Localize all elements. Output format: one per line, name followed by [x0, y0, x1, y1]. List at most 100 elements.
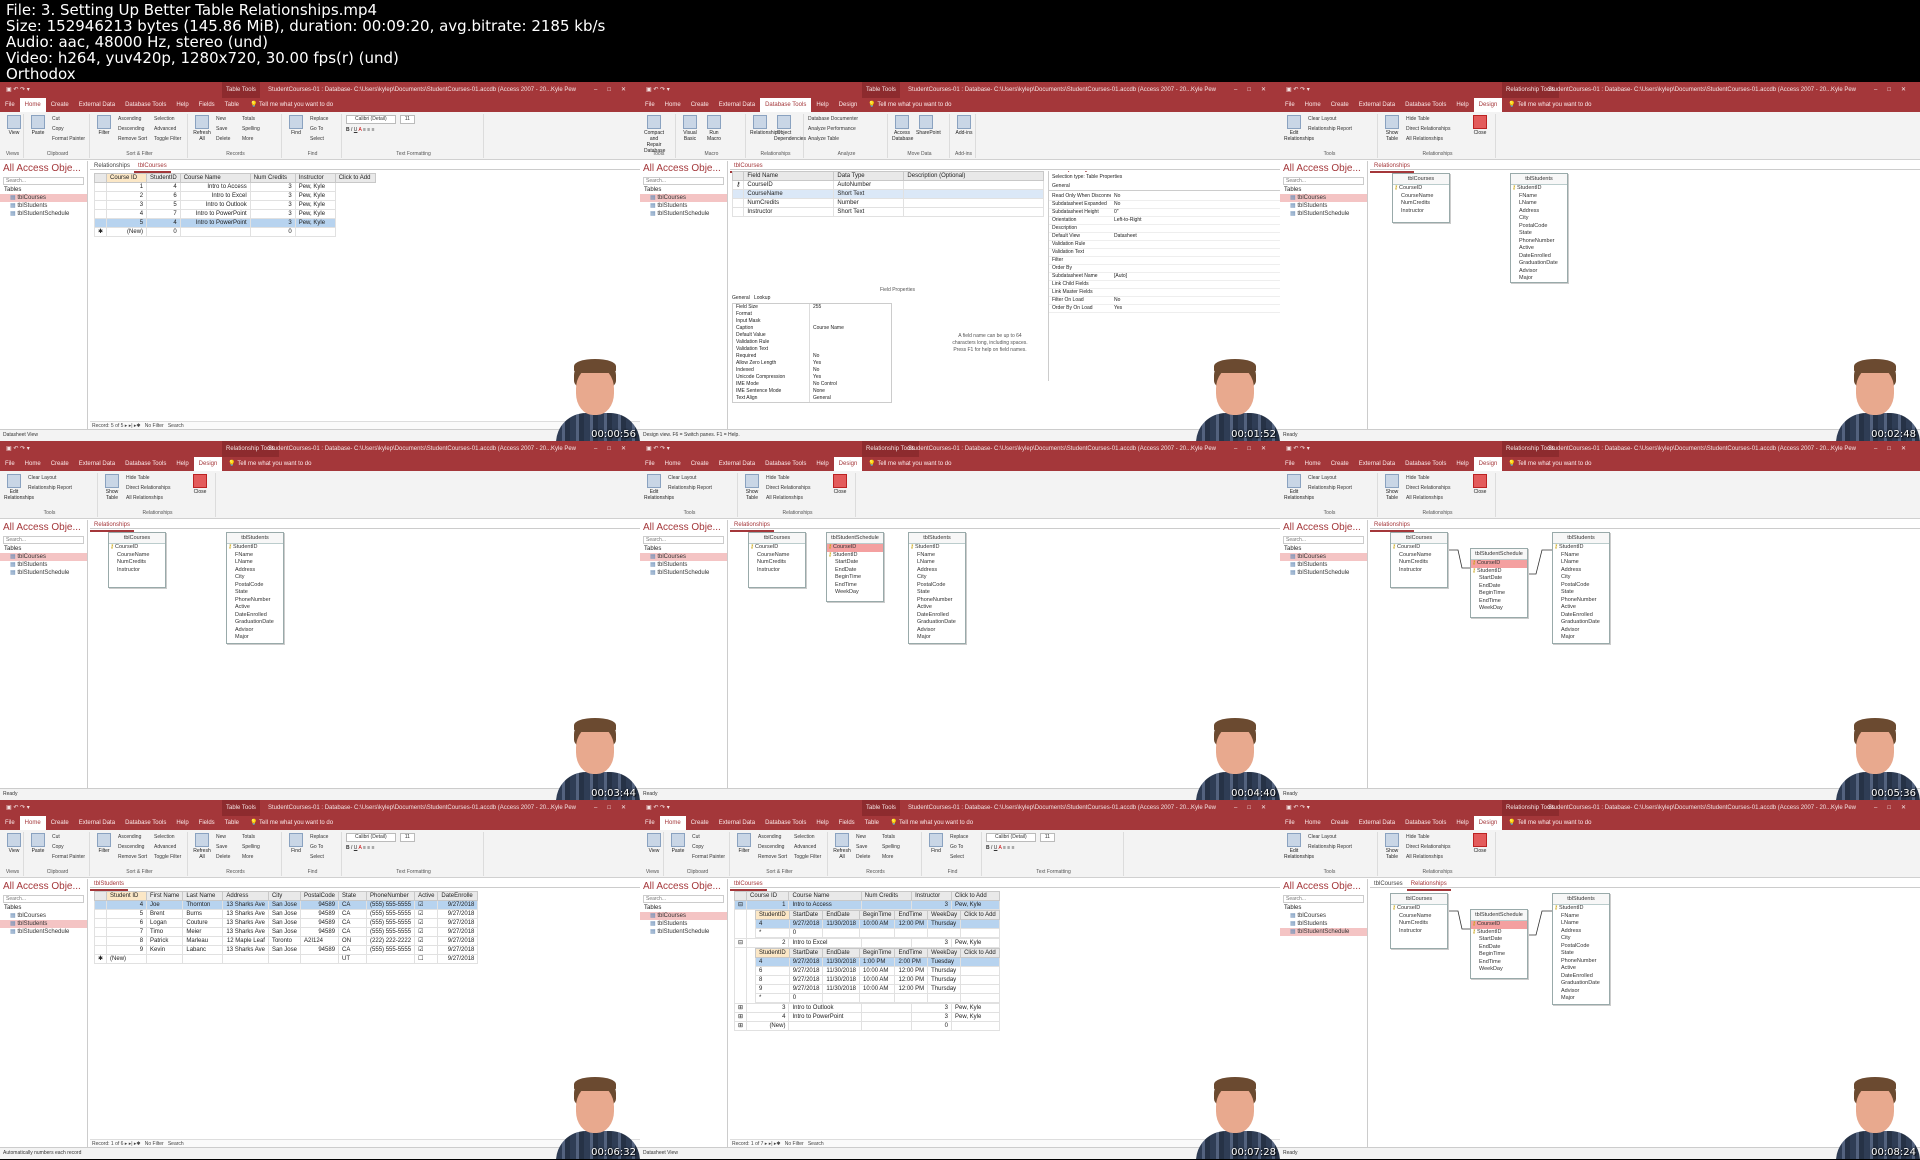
- sub-cell[interactable]: [822, 993, 861, 1003]
- spelling-button[interactable]: Spelling: [242, 126, 260, 133]
- table-cell[interactable]: ON: [338, 936, 368, 946]
- tell-me-box[interactable]: 💡 Tell me what you want to do: [890, 819, 973, 828]
- table-cell[interactable]: Intro to Outlook: [788, 1003, 862, 1013]
- sub-row[interactable]: 4 9/27/2018 11/30/2018 10:00 AM 12:00 PM Thur…: [755, 919, 1000, 929]
- field-Major[interactable]: Major: [1553, 634, 1609, 642]
- database-documenter-button[interactable]: Database Documenter: [808, 116, 858, 123]
- sub-column-header[interactable]: EndTime: [894, 910, 929, 920]
- nav-item-t_students[interactable]: tblStudents: [640, 920, 727, 928]
- table-cell[interactable]: 3: [911, 1003, 952, 1013]
- expand-toggle[interactable]: ⊞: [733, 1003, 748, 1013]
- table-cell[interactable]: ☑: [414, 909, 439, 919]
- sub-cell[interactable]: [894, 928, 929, 938]
- compact-repair-button[interactable]: Compact and Repair Database: [644, 114, 665, 154]
- window-buttons[interactable]: –□✕: [1234, 800, 1276, 816]
- table-row[interactable]: 7 Timo Meier 13 Sharks Ave San Jose 94589 CA (5…: [93, 927, 479, 937]
- tab-create_tab[interactable]: Create: [686, 98, 714, 112]
- sheet-row[interactable]: Link Master Fields: [1049, 289, 1280, 297]
- nav-item-t_schedule[interactable]: tblStudentSchedule: [1280, 569, 1367, 577]
- property-value[interactable]: General: [809, 395, 889, 402]
- table-cell[interactable]: San Jose: [267, 927, 302, 937]
- close-relationships-button[interactable]: Close: [1470, 114, 1490, 136]
- field-StudentID[interactable]: StudentID: [1511, 185, 1567, 193]
- table-cell[interactable]: 5: [106, 909, 148, 919]
- field-Address[interactable]: Address: [1553, 567, 1609, 575]
- table-cell[interactable]: [950, 1021, 1001, 1031]
- tab-help_tab[interactable]: Help: [171, 816, 193, 830]
- sub-cell[interactable]: 2:00 PM: [894, 957, 929, 967]
- field-EndTime[interactable]: EndTime: [1471, 598, 1527, 606]
- table-cell[interactable]: 7: [146, 209, 181, 219]
- toggle-filter-button[interactable]: Toggle Filter: [154, 136, 181, 143]
- property-value[interactable]: No Control: [809, 381, 889, 388]
- table-box-t_courses[interactable]: tblCoursesCourseIDCourseNameNumCreditsIn…: [1390, 532, 1448, 588]
- table-box-t_students[interactable]: tblStudentsStudentIDFNameLNameAddressCit…: [1510, 173, 1568, 283]
- table-cell[interactable]: 13 Sharks Ave: [222, 909, 269, 919]
- sub-cell[interactable]: 9/27/2018: [788, 975, 824, 985]
- selection-button[interactable]: Selection: [154, 834, 175, 841]
- field-StartDate[interactable]: StartDate: [1471, 936, 1527, 944]
- show-table-button[interactable]: Show Table: [742, 473, 762, 501]
- nav-item-t_students[interactable]: tblStudents: [1280, 920, 1367, 928]
- column-header[interactable]: City: [267, 891, 302, 901]
- edit-relationships-button[interactable]: Edit Relationships: [4, 473, 34, 501]
- table-row[interactable]: 5 Brent Burns 13 Sharks Ave San Jose 94589 CA(…: [93, 909, 479, 919]
- nav-item-t_students[interactable]: tblStudents: [0, 202, 87, 210]
- table-cell[interactable]: 13 Sharks Ave: [222, 945, 269, 955]
- nav-tables-group[interactable]: Tables: [1280, 904, 1367, 912]
- field-property-row[interactable]: IME Mode No Control: [733, 381, 891, 388]
- table-cell[interactable]: (New): [106, 227, 148, 237]
- tab-dbtools_tab[interactable]: Database Tools: [760, 457, 811, 471]
- tab-create_tab[interactable]: Create: [686, 816, 714, 830]
- window-buttons[interactable]: –□✕: [1234, 441, 1276, 457]
- tab-home_tab[interactable]: Home: [1300, 457, 1326, 471]
- sub-cell[interactable]: 10:00 AM: [859, 919, 896, 929]
- table-cell[interactable]: (New): [106, 954, 148, 964]
- sharepoint-button[interactable]: SharePoint: [916, 114, 941, 136]
- nav-item-t_schedule[interactable]: tblStudentSchedule: [1280, 928, 1367, 936]
- table-cell[interactable]: CA: [338, 918, 368, 928]
- tab-file_tab[interactable]: File: [0, 98, 20, 112]
- sheet-value[interactable]: Left-to-Right: [1111, 217, 1151, 224]
- table-cell[interactable]: 13 Sharks Ave: [222, 918, 269, 928]
- table-row[interactable]: 4 Joe Thornton 13 Sharks Ave San Jose 94589 CA…: [93, 900, 479, 910]
- field-StudentID[interactable]: StudentID: [827, 552, 883, 560]
- field-PostalCode[interactable]: PostalCode: [1511, 223, 1567, 231]
- font-size-select[interactable]: 11: [399, 115, 415, 124]
- clear-layout-button[interactable]: Clear Layout: [28, 475, 56, 482]
- table-cell[interactable]: Intro to PowerPoint: [179, 209, 251, 219]
- table-cell[interactable]: 2: [746, 938, 790, 948]
- nav-item-t_students[interactable]: tblStudents: [640, 561, 727, 569]
- select-button[interactable]: Select: [310, 136, 324, 143]
- tab-create_tab[interactable]: Create: [46, 457, 74, 471]
- sub-cell[interactable]: 8: [755, 975, 790, 985]
- field-Advisor[interactable]: Advisor: [1553, 988, 1609, 996]
- table-box-t_courses[interactable]: tblCoursesCourseIDCourseNameNumCreditsIn…: [1392, 173, 1450, 223]
- delete-record-button[interactable]: Delete: [216, 854, 230, 861]
- property-value[interactable]: [809, 311, 889, 318]
- nav-search-input[interactable]: Search...: [1283, 536, 1364, 544]
- advanced-button[interactable]: Advanced: [154, 126, 176, 133]
- field-EndTime[interactable]: EndTime: [1471, 959, 1527, 967]
- row-selector[interactable]: ⚷: [731, 180, 745, 190]
- table-cell[interactable]: San Jose: [267, 900, 302, 910]
- sheet-row[interactable]: Subdatasheet Expanded No: [1049, 201, 1280, 209]
- table-row[interactable]: 2 6 Intro to Excel 3 Pew, Kyle: [93, 191, 376, 201]
- sheet-row[interactable]: Orientation Left-to-Right: [1049, 217, 1280, 225]
- table-cell[interactable]: 0: [146, 227, 181, 237]
- filter-button[interactable]: Filter: [734, 832, 754, 854]
- relationships-button[interactable]: Relationships: [750, 114, 780, 136]
- analyze-performance-button[interactable]: Analyze Performance: [808, 126, 856, 133]
- table-cell[interactable]: 9/27/2018: [437, 918, 479, 928]
- field-Advisor[interactable]: Advisor: [1553, 627, 1609, 635]
- field-CourseName[interactable]: CourseName: [1391, 552, 1447, 560]
- delete-record-button[interactable]: Delete: [216, 136, 230, 143]
- field-State[interactable]: State: [227, 589, 283, 597]
- nav-pane-header[interactable]: All Access Obje...: [0, 879, 87, 894]
- table-cell[interactable]: Pew, Kyle: [294, 200, 336, 210]
- table-cell[interactable]: 9/27/2018: [437, 954, 479, 964]
- field-CourseID[interactable]: CourseID: [1393, 185, 1449, 193]
- field-Address[interactable]: Address: [1511, 208, 1567, 216]
- nav-tables-group[interactable]: Tables: [640, 545, 727, 553]
- sub-cell[interactable]: 0: [788, 928, 824, 938]
